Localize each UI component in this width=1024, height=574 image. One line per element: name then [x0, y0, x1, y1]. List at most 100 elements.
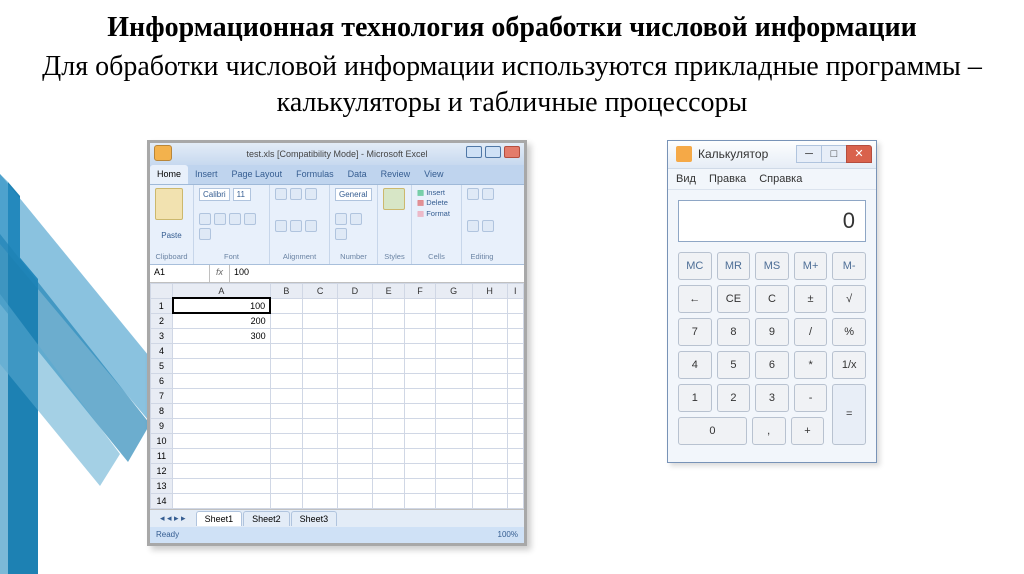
key-2[interactable]: 2: [717, 384, 751, 412]
key-3[interactable]: 3: [755, 384, 789, 412]
key-reciprocal[interactable]: 1/x: [832, 351, 866, 379]
cell-a3[interactable]: 300: [173, 328, 271, 343]
font-name-combo[interactable]: Calibri: [199, 188, 230, 201]
underline-icon[interactable]: [229, 213, 241, 225]
col-header-a[interactable]: A: [173, 283, 271, 298]
key-7[interactable]: 7: [678, 318, 712, 346]
key-mc[interactable]: MC: [678, 252, 712, 280]
key-mminus[interactable]: M-: [832, 252, 866, 280]
key-mplus[interactable]: M+: [794, 252, 828, 280]
key-1[interactable]: 1: [678, 384, 712, 412]
italic-icon[interactable]: [214, 213, 226, 225]
row-header[interactable]: 11: [151, 448, 173, 463]
row-header[interactable]: 6: [151, 373, 173, 388]
tab-page-layout[interactable]: Page Layout: [225, 165, 290, 184]
col-header-h[interactable]: H: [472, 283, 507, 298]
row-header[interactable]: 9: [151, 418, 173, 433]
align-top-icon[interactable]: [275, 188, 287, 200]
col-header-f[interactable]: F: [405, 283, 435, 298]
menu-view[interactable]: Вид: [676, 173, 696, 185]
key-negate[interactable]: ±: [794, 285, 828, 313]
tab-view[interactable]: View: [417, 165, 450, 184]
key-sqrt[interactable]: √: [832, 285, 866, 313]
select-all-cell[interactable]: [151, 283, 173, 298]
sort-icon[interactable]: [467, 220, 479, 232]
paste-icon[interactable]: [155, 188, 183, 220]
menu-edit[interactable]: Правка: [709, 173, 746, 185]
align-right-icon[interactable]: [305, 220, 317, 232]
row-header[interactable]: 12: [151, 463, 173, 478]
row-header[interactable]: 7: [151, 388, 173, 403]
close-button[interactable]: [504, 146, 520, 158]
row-header[interactable]: 1: [151, 298, 173, 313]
key-equals[interactable]: =: [832, 384, 866, 445]
font-size-combo[interactable]: 11: [233, 188, 251, 201]
key-divide[interactable]: /: [794, 318, 828, 346]
tab-home[interactable]: Home: [150, 165, 188, 184]
fill-icon[interactable]: [482, 188, 494, 200]
comma-icon[interactable]: [335, 228, 347, 240]
key-multiply[interactable]: *: [794, 351, 828, 379]
tab-insert[interactable]: Insert: [188, 165, 225, 184]
menu-help[interactable]: Справка: [759, 173, 802, 185]
row-header[interactable]: 4: [151, 343, 173, 358]
sheet-nav-icon[interactable]: ◂ ◂ ▸ ▸: [150, 513, 196, 524]
key-4[interactable]: 4: [678, 351, 712, 379]
row-header[interactable]: 14: [151, 493, 173, 508]
row-header[interactable]: 13: [151, 478, 173, 493]
align-center-icon[interactable]: [290, 220, 302, 232]
row-header[interactable]: 3: [151, 328, 173, 343]
sheet-tab-3[interactable]: Sheet3: [291, 511, 338, 526]
calc-minimize-button[interactable]: ─: [796, 145, 822, 163]
key-9[interactable]: 9: [755, 318, 789, 346]
key-8[interactable]: 8: [717, 318, 751, 346]
row-header[interactable]: 10: [151, 433, 173, 448]
key-mr[interactable]: MR: [717, 252, 751, 280]
sheet-tab-1[interactable]: Sheet1: [196, 511, 243, 526]
maximize-button[interactable]: [485, 146, 501, 158]
col-header-c[interactable]: C: [303, 283, 338, 298]
calc-maximize-button[interactable]: □: [821, 145, 847, 163]
insert-button[interactable]: ▦ Insert: [417, 188, 456, 199]
fx-icon[interactable]: fx: [210, 265, 230, 282]
sheet-tab-2[interactable]: Sheet2: [243, 511, 290, 526]
tab-review[interactable]: Review: [374, 165, 418, 184]
key-percent[interactable]: %: [832, 318, 866, 346]
cell-a1[interactable]: 100: [173, 298, 271, 313]
row-header[interactable]: 2: [151, 313, 173, 328]
spreadsheet-grid[interactable]: A B C D E F G H I 1100 2200 3300 4 5 6 7…: [150, 283, 524, 509]
minimize-button[interactable]: [466, 146, 482, 158]
office-button-icon[interactable]: [154, 145, 172, 161]
key-minus[interactable]: -: [794, 384, 828, 412]
find-icon[interactable]: [482, 220, 494, 232]
zoom-level[interactable]: 100%: [498, 530, 518, 539]
align-bottom-icon[interactable]: [305, 188, 317, 200]
autosum-icon[interactable]: [467, 188, 479, 200]
row-header[interactable]: 5: [151, 358, 173, 373]
key-ce[interactable]: CE: [717, 285, 751, 313]
styles-icon[interactable]: [383, 188, 405, 210]
key-c[interactable]: C: [755, 285, 789, 313]
bold-icon[interactable]: [199, 213, 211, 225]
cell-a2[interactable]: 200: [173, 313, 271, 328]
col-header-d[interactable]: D: [338, 283, 373, 298]
align-left-icon[interactable]: [275, 220, 287, 232]
calc-close-button[interactable]: ✕: [846, 145, 872, 163]
name-box[interactable]: A1: [150, 265, 210, 282]
align-middle-icon[interactable]: [290, 188, 302, 200]
tab-data[interactable]: Data: [341, 165, 374, 184]
currency-icon[interactable]: [335, 213, 347, 225]
border-icon[interactable]: [244, 213, 256, 225]
tab-formulas[interactable]: Formulas: [289, 165, 341, 184]
formula-input[interactable]: 100: [230, 265, 524, 282]
col-header-g[interactable]: G: [435, 283, 472, 298]
key-ms[interactable]: MS: [755, 252, 789, 280]
number-format-combo[interactable]: General: [335, 188, 372, 201]
key-5[interactable]: 5: [717, 351, 751, 379]
col-header-b[interactable]: B: [270, 283, 303, 298]
percent-icon[interactable]: [350, 213, 362, 225]
key-6[interactable]: 6: [755, 351, 789, 379]
key-backspace[interactable]: ←: [678, 285, 712, 313]
col-header-i[interactable]: I: [507, 283, 523, 298]
col-header-e[interactable]: E: [372, 283, 405, 298]
